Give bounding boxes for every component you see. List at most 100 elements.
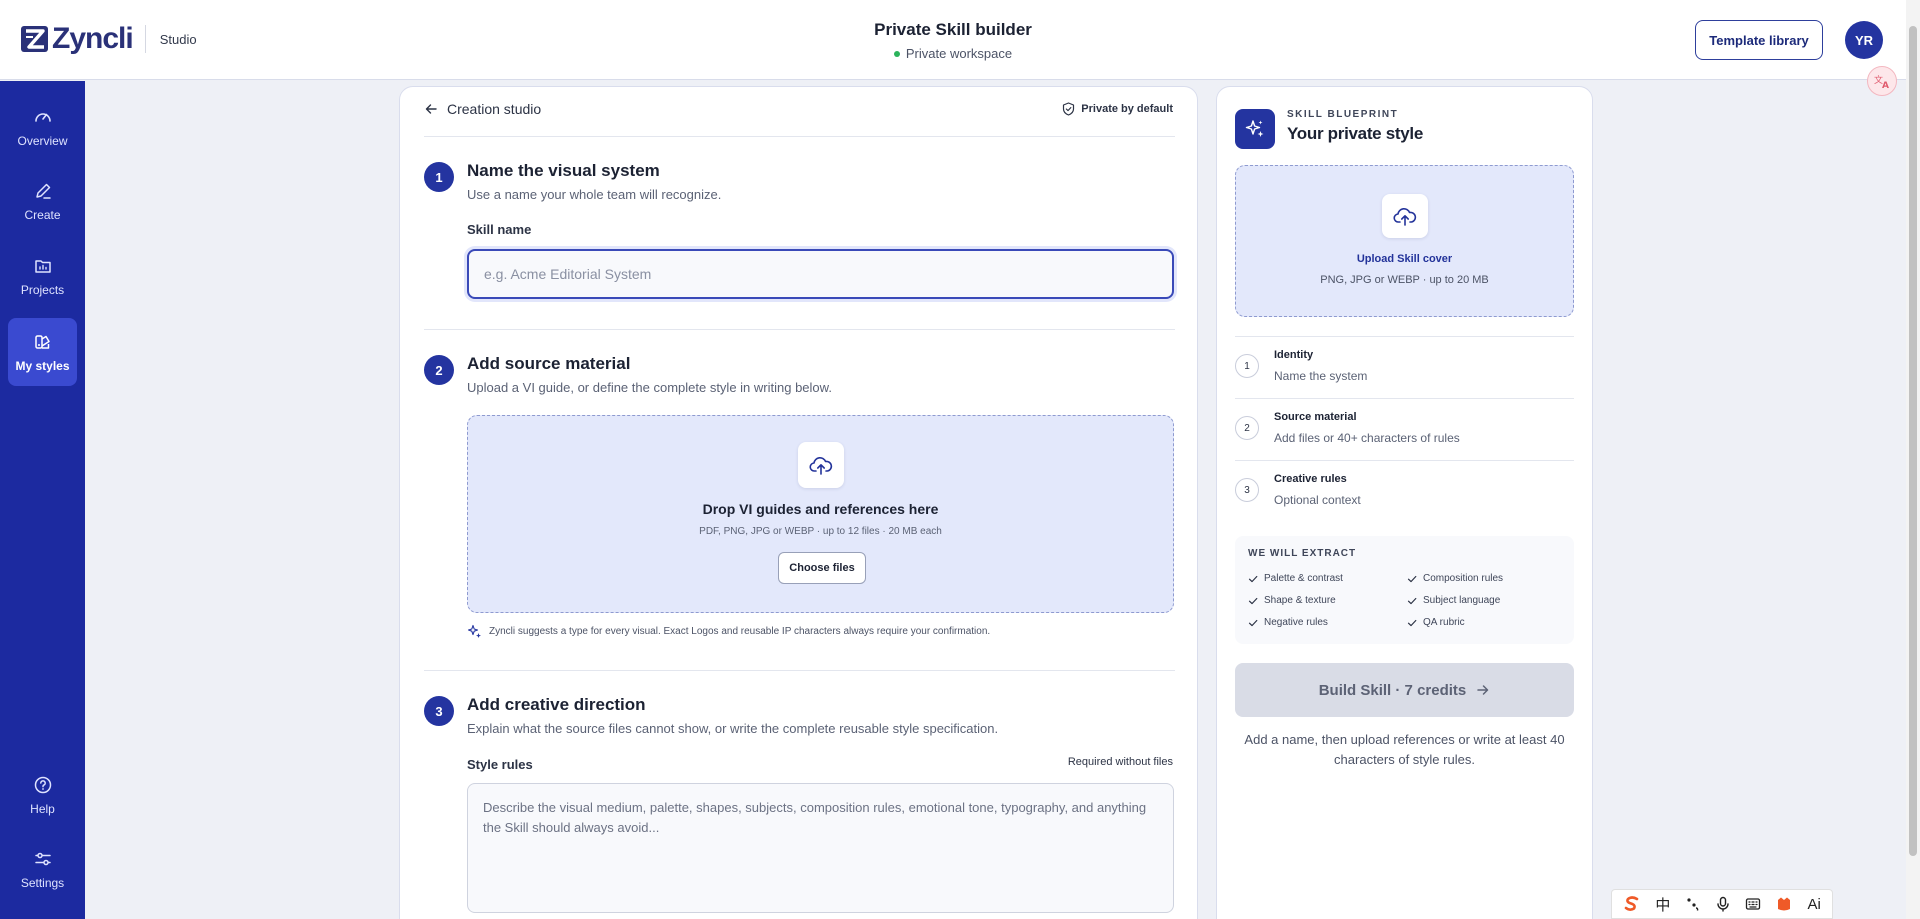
- section-description: Use a name your whole team will recogniz…: [467, 187, 722, 202]
- cloud-upload-icon: [1393, 208, 1417, 226]
- divider: [1235, 460, 1574, 461]
- sidebar-item-my-styles[interactable]: My styles: [8, 318, 77, 386]
- sparkles-icon: [467, 624, 481, 638]
- check-icon: [1248, 597, 1258, 604]
- style-rules-textarea[interactable]: [467, 783, 1174, 913]
- dropzone-subtitle: PDF, PNG, JPG or WEBP · up to 12 files ·…: [699, 526, 942, 537]
- arrow-left-icon: [425, 104, 437, 114]
- back-link-label: Creation studio: [447, 101, 542, 117]
- shield-check-icon: [1063, 102, 1075, 116]
- sidebar-item-settings[interactable]: Settings: [8, 835, 77, 903]
- progress-step-subtitle: Add files or 40+ characters of rules: [1274, 431, 1460, 445]
- progress-step-title: Creative rules: [1274, 473, 1347, 485]
- check-icon: [1248, 575, 1258, 582]
- dropzone-title: Drop VI guides and references here: [702, 501, 939, 517]
- blueprint-eyebrow: SKILL BLUEPRINT: [1287, 109, 1399, 120]
- section-description: Upload a VI guide, or define the complet…: [467, 380, 832, 395]
- back-link[interactable]: Creation studio: [424, 101, 541, 117]
- divider: [424, 670, 1175, 671]
- upload-icon-box: [1382, 194, 1428, 238]
- blueprint-icon-box: [1235, 109, 1275, 149]
- input-mode-toggle[interactable]: 中: [1655, 894, 1670, 915]
- punctuation-icon[interactable]: [1685, 896, 1701, 912]
- check-icon: [1407, 619, 1417, 626]
- sidebar-item-label: Settings: [20, 875, 65, 890]
- top-header: Zyncli Studio Private Skill builder Priv…: [0, 0, 1906, 80]
- check-icon: [1248, 619, 1258, 626]
- section-description: Explain what the source files cannot sho…: [467, 721, 999, 736]
- skin-icon[interactable]: [1775, 896, 1793, 912]
- help-icon: [34, 776, 51, 793]
- step-number: 3: [424, 696, 454, 726]
- progress-step-subtitle: Optional context: [1274, 493, 1361, 507]
- hint-text: Zyncli suggests a type for every visual.…: [489, 626, 991, 637]
- extract-item-label: Subject language: [1423, 595, 1501, 606]
- progress-step-number: 3: [1235, 478, 1259, 502]
- workspace-status-label: Private workspace: [905, 46, 1013, 61]
- cover-upload-subtitle: PNG, JPG or WEBP · up to 20 MB: [1320, 274, 1489, 286]
- template-library-button[interactable]: Template library: [1695, 20, 1823, 60]
- extract-item: Negative rules: [1248, 617, 1328, 628]
- section-title: Name the visual system: [467, 161, 660, 180]
- arrow-right-icon: [1477, 685, 1489, 695]
- sidebar: Overview Create Projects My styles Help: [0, 81, 85, 919]
- extract-title: WE WILL EXTRACT: [1248, 548, 1357, 559]
- translate-widget-icon[interactable]: 文 A: [1867, 66, 1897, 96]
- progress-step-number: 1: [1235, 354, 1259, 378]
- check-icon: [1407, 575, 1417, 582]
- keyboard-icon[interactable]: [1745, 896, 1761, 912]
- divider: [424, 136, 1175, 137]
- choose-files-button[interactable]: Choose files: [778, 552, 866, 584]
- source-dropzone[interactable]: Drop VI guides and references here PDF, …: [467, 415, 1174, 613]
- cloud-upload-icon: [809, 457, 833, 475]
- microphone-icon[interactable]: [1715, 896, 1731, 912]
- extract-item-label: Palette & contrast: [1264, 573, 1343, 584]
- header-center: Private Skill builder Private workspace: [0, 20, 1906, 61]
- chart-folder-icon: [34, 259, 51, 273]
- page-scrollbar-thumb[interactable]: [1909, 26, 1917, 856]
- sidebar-item-label: Create: [24, 207, 61, 222]
- sogou-logo-icon[interactable]: [1623, 895, 1641, 913]
- skill-blueprint-card: SKILL BLUEPRINT Your private style Uploa…: [1216, 86, 1593, 919]
- user-avatar[interactable]: YR: [1845, 21, 1883, 59]
- svg-text:A: A: [1882, 81, 1889, 90]
- section-title: Add creative direction: [467, 695, 646, 714]
- extract-item: QA rubric: [1407, 617, 1465, 628]
- sliders-icon: [34, 852, 51, 865]
- step-number: 1: [424, 162, 454, 192]
- build-help-text: Add a name, then upload references or wr…: [1244, 732, 1565, 767]
- progress-step-title: Source material: [1274, 411, 1357, 423]
- extract-item: Shape & texture: [1248, 595, 1336, 606]
- section-title: Add source material: [467, 354, 631, 373]
- privacy-badge-label: Private by default: [1081, 103, 1173, 115]
- translate-icon: 文 A: [1874, 74, 1889, 90]
- extract-item-label: Composition rules: [1423, 573, 1504, 584]
- blueprint-title: Your private style: [1287, 124, 1424, 143]
- divider: [424, 329, 1175, 330]
- pencil-icon: [35, 183, 51, 199]
- privacy-badge: Private by default: [1062, 102, 1173, 116]
- progress-step-title: Identity: [1274, 349, 1314, 361]
- sidebar-item-help[interactable]: Help: [8, 761, 77, 829]
- gauge-icon: [34, 112, 51, 122]
- ai-assistant-toggle[interactable]: Ai: [1808, 896, 1821, 913]
- sidebar-item-label: My styles: [15, 358, 70, 373]
- skill-name-input[interactable]: [467, 249, 1174, 299]
- extract-summary: WE WILL EXTRACT Palette & contrast Compo…: [1235, 536, 1574, 644]
- extract-item: Subject language: [1407, 595, 1500, 606]
- page-title: Private Skill builder: [874, 20, 1032, 39]
- step-number: 2: [424, 355, 454, 385]
- build-skill-button[interactable]: Build Skill · 7 credits: [1235, 663, 1574, 717]
- sidebar-item-label: Overview: [17, 133, 68, 148]
- extract-item-label: QA rubric: [1423, 617, 1465, 628]
- sidebar-item-label: Projects: [20, 282, 65, 297]
- sidebar-item-label: Help: [30, 801, 55, 816]
- sidebar-item-overview[interactable]: Overview: [8, 93, 77, 161]
- type-suggestion-hint: Zyncli suggests a type for every visual.…: [467, 624, 990, 639]
- creation-form-card: Creation studio Private by default 1 Nam…: [399, 86, 1198, 919]
- cover-upload-title: Upload Skill cover: [1356, 253, 1453, 265]
- cover-upload-zone[interactable]: Upload Skill cover PNG, JPG or WEBP · up…: [1235, 165, 1574, 317]
- check-icon: [1407, 597, 1417, 604]
- sidebar-item-projects[interactable]: Projects: [8, 242, 77, 310]
- sidebar-item-create[interactable]: Create: [8, 167, 77, 235]
